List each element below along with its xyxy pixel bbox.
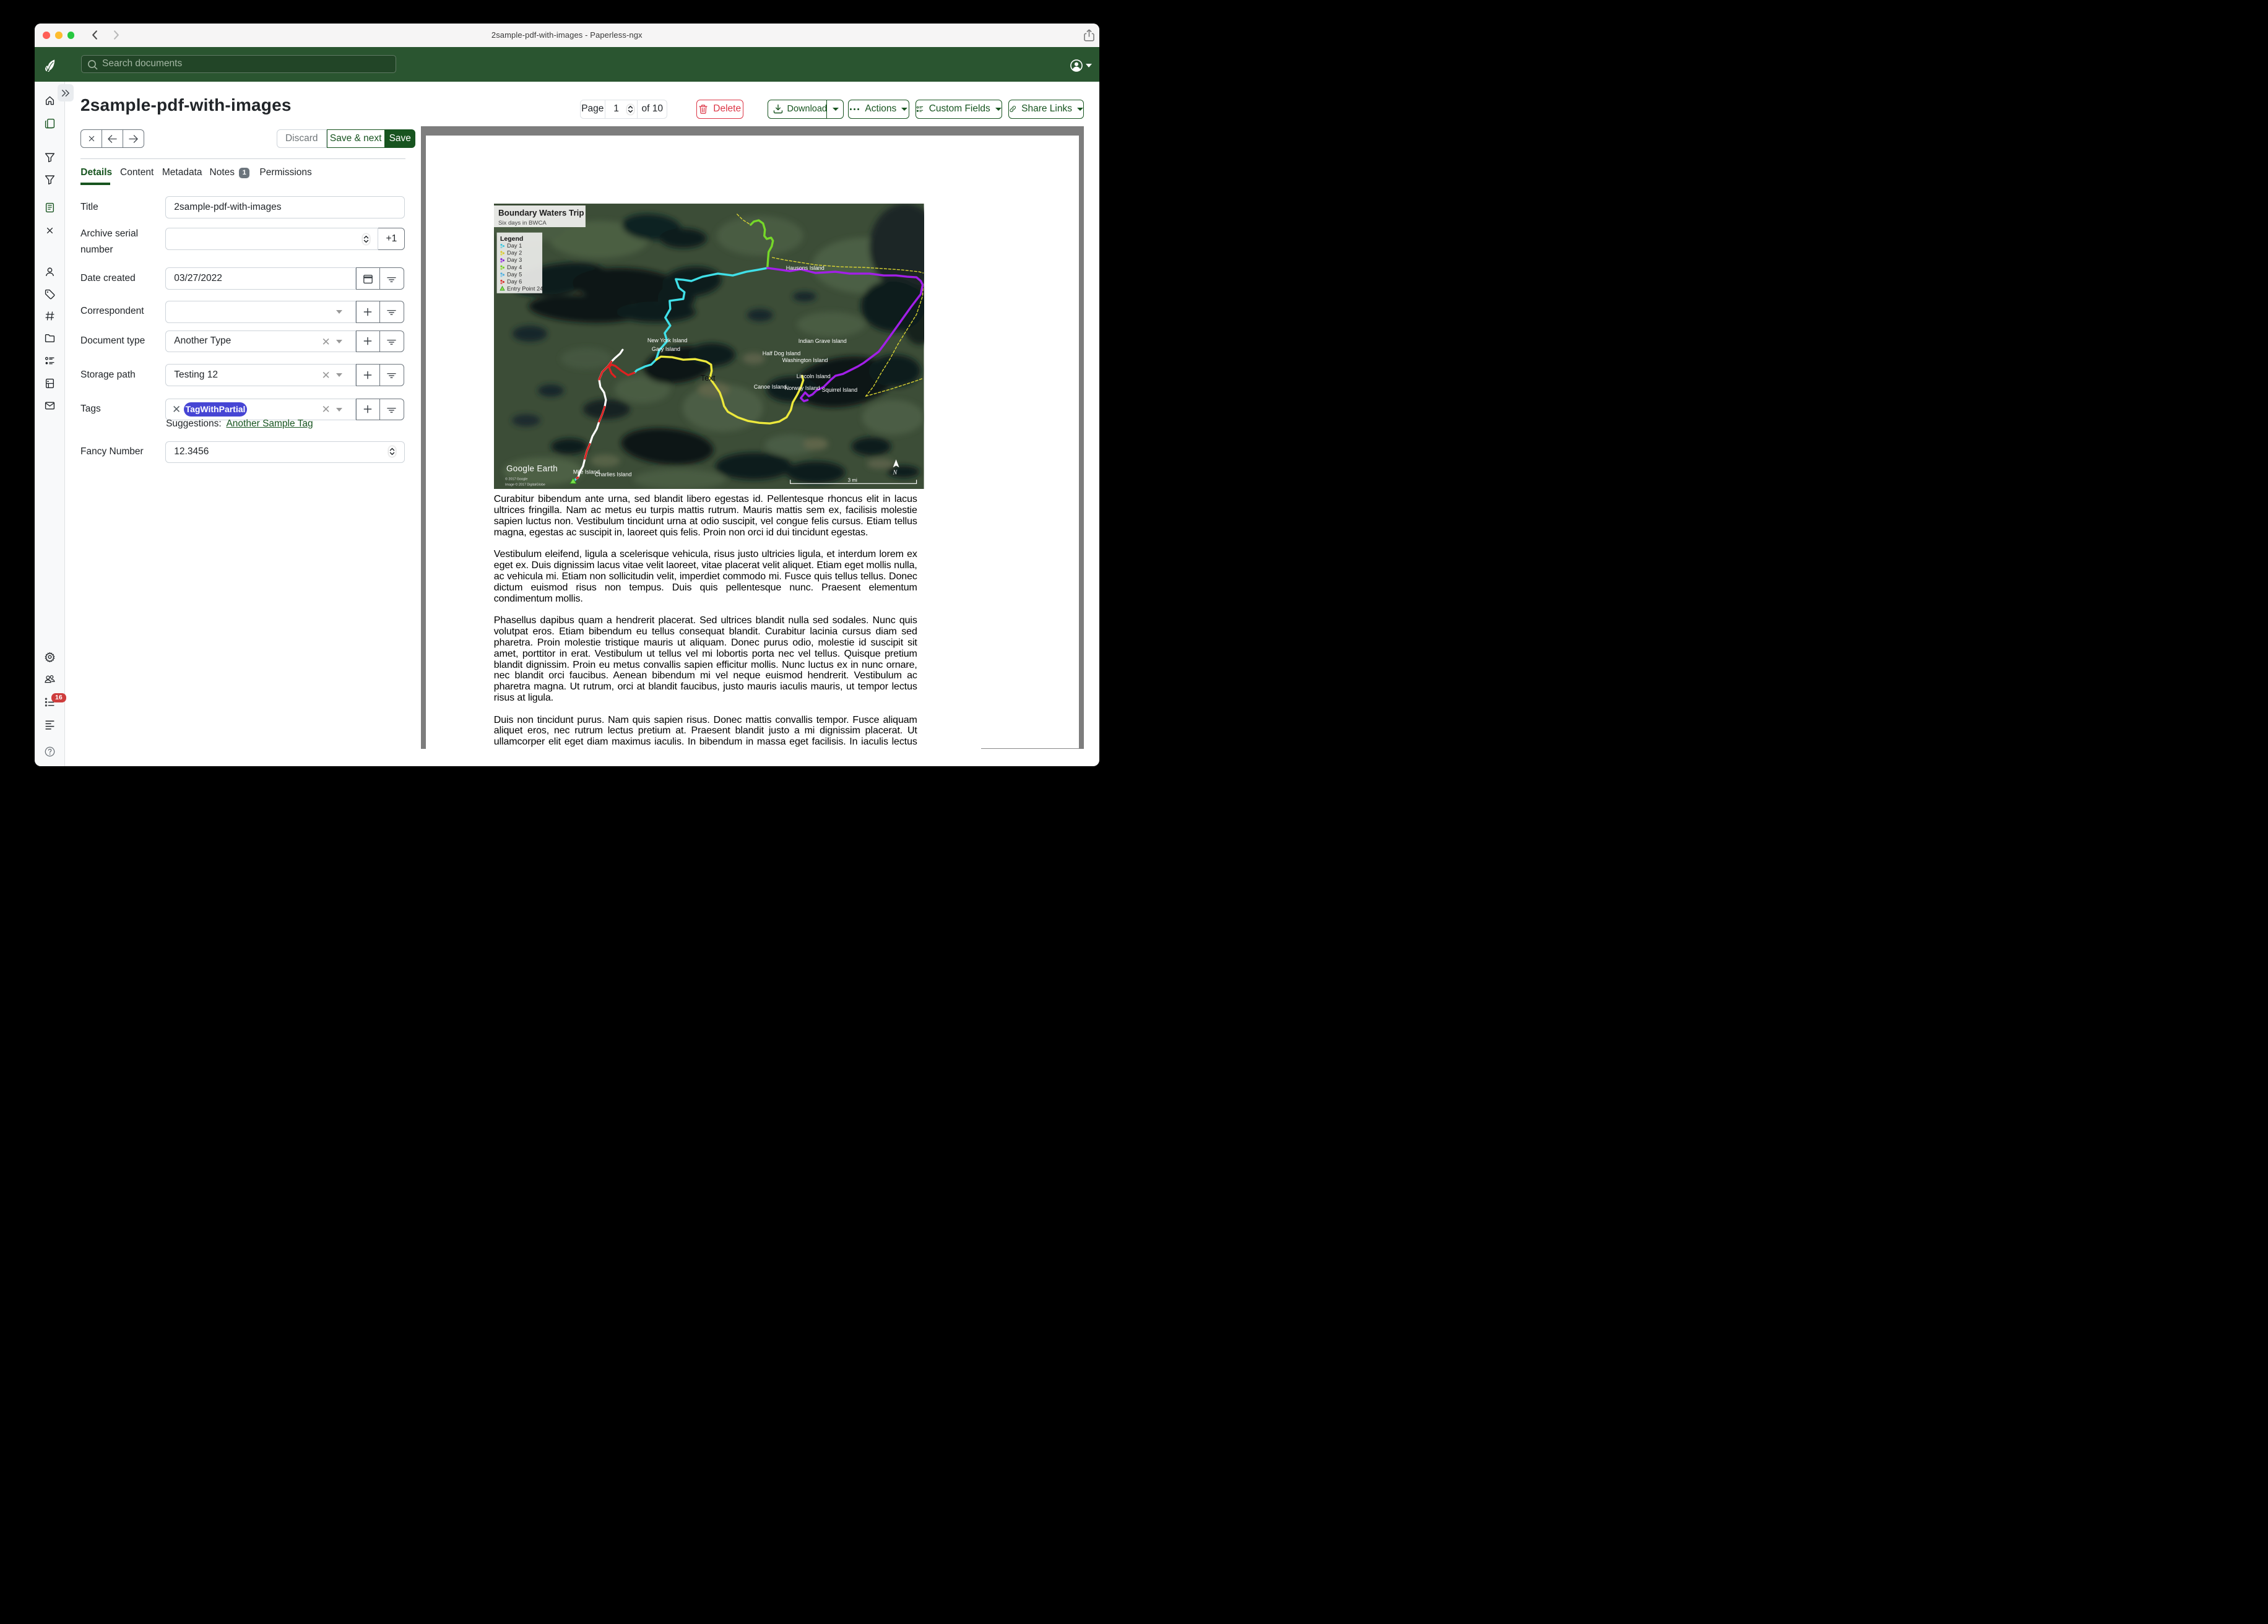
- svg-text:Charlies Island: Charlies Island: [595, 471, 631, 477]
- svg-text:Text: Text: [701, 373, 716, 382]
- svg-text:Google Earth: Google Earth: [506, 464, 558, 473]
- svg-text:Entry Point 24: Entry Point 24: [507, 286, 543, 292]
- svg-text:Gary Island: Gary Island: [652, 346, 680, 352]
- svg-text:Day 2: Day 2: [507, 250, 522, 256]
- svg-text:Six days in BWCA: Six days in BWCA: [498, 220, 547, 227]
- svg-text:Lincoln Island: Lincoln Island: [797, 373, 831, 379]
- svg-text:Day 1: Day 1: [507, 243, 522, 249]
- svg-text:Day 4: Day 4: [507, 264, 522, 270]
- svg-text:Washington Island: Washington Island: [782, 357, 828, 363]
- svg-text:Day 3: Day 3: [507, 257, 522, 263]
- svg-text:Canoe Island: Canoe Island: [754, 384, 787, 390]
- svg-text:Half Dog Island: Half Dog Island: [763, 350, 801, 356]
- svg-text:Indian Grave Island: Indian Grave Island: [799, 338, 847, 344]
- svg-text:© 2017 Google: © 2017 Google: [505, 477, 527, 481]
- svg-text:Image © 2017 DigitalGlobe: Image © 2017 DigitalGlobe: [505, 482, 545, 486]
- svg-text:New York Island: New York Island: [647, 337, 688, 343]
- svg-text:Hausons Island: Hausons Island: [786, 265, 825, 271]
- svg-text:Day 5: Day 5: [507, 271, 522, 277]
- svg-text:N: N: [893, 469, 898, 476]
- svg-text:Day 6: Day 6: [507, 279, 522, 285]
- svg-text:Norway Island: Norway Island: [785, 385, 820, 391]
- svg-text:Legend: Legend: [500, 235, 523, 243]
- svg-text:Squirrel Island: Squirrel Island: [822, 387, 857, 393]
- svg-text:3 mi: 3 mi: [848, 477, 857, 483]
- svg-text:Boundary Waters Trip: Boundary Waters Trip: [498, 208, 584, 217]
